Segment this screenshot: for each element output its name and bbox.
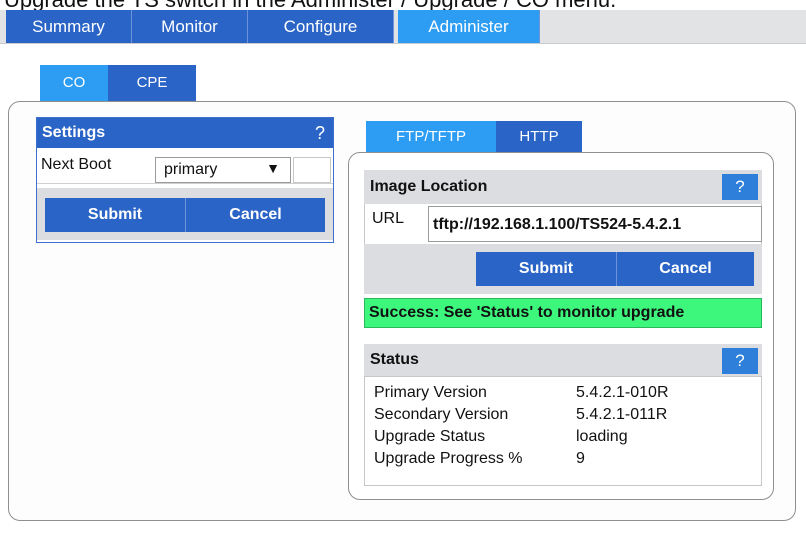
settings-header: Settings ? [37, 118, 333, 148]
settings-panel: Settings ? Next Boot primary ▼ Submit Ca… [36, 117, 334, 243]
status-header: Status [364, 344, 762, 376]
status-row-primary-version: Primary Version 5.4.2.1-010R [368, 382, 760, 404]
settings-cancel-button[interactable]: Cancel [185, 198, 325, 232]
image-location-title: Image Location [370, 178, 488, 195]
image-submit-button[interactable]: Submit [476, 252, 616, 286]
tab-cpe[interactable]: CPE [108, 65, 196, 101]
next-boot-value: primary [164, 161, 218, 178]
tab-monitor[interactable]: Monitor [132, 10, 248, 43]
status-row-secondary-version: Secondary Version 5.4.2.1-011R [368, 404, 760, 426]
url-input[interactable]: tftp://192.168.1.100/TS524-5.4.2.1 [428, 206, 762, 242]
settings-submit-button[interactable]: Submit [45, 198, 185, 232]
status-value: loading [576, 428, 628, 445]
status-key: Upgrade Status [374, 428, 486, 445]
status-key: Upgrade Progress % [374, 450, 523, 467]
image-cancel-button[interactable]: Cancel [616, 252, 754, 286]
status-key: Primary Version [374, 384, 487, 401]
url-label: URL [372, 210, 405, 227]
tab-configure[interactable]: Configure [248, 10, 394, 43]
status-help-icon[interactable]: ? [722, 348, 758, 374]
tab-http[interactable]: HTTP [496, 121, 582, 153]
status-title: Status [370, 351, 419, 368]
image-location-help-icon[interactable]: ? [722, 174, 758, 200]
status-value: 9 [576, 450, 585, 467]
settings-title: Settings [42, 124, 106, 141]
status-row-upgrade-progress: Upgrade Progress % 9 [368, 448, 760, 470]
next-boot-spacer [293, 157, 331, 183]
tab-administer[interactable]: Administer [398, 10, 540, 43]
status-value: 5.4.2.1-011R [576, 406, 668, 423]
settings-help-icon[interactable]: ? [315, 118, 325, 148]
status-key: Secondary Version [374, 406, 509, 423]
tab-summary[interactable]: Summary [6, 10, 132, 43]
success-message: Success: See 'Status' to monitor upgrade [364, 298, 762, 328]
tab-co[interactable]: CO [40, 65, 108, 101]
status-value: 5.4.2.1-010R [576, 384, 669, 401]
next-boot-select[interactable]: primary ▼ [155, 157, 291, 183]
chevron-down-icon: ▼ [266, 160, 280, 176]
tab-ftp-tftp[interactable]: FTP/TFTP [366, 121, 496, 153]
image-location-header: Image Location [364, 170, 762, 204]
top-nav: Summary Monitor Configure Administer [0, 10, 806, 44]
status-row-upgrade-status: Upgrade Status loading [368, 426, 760, 448]
